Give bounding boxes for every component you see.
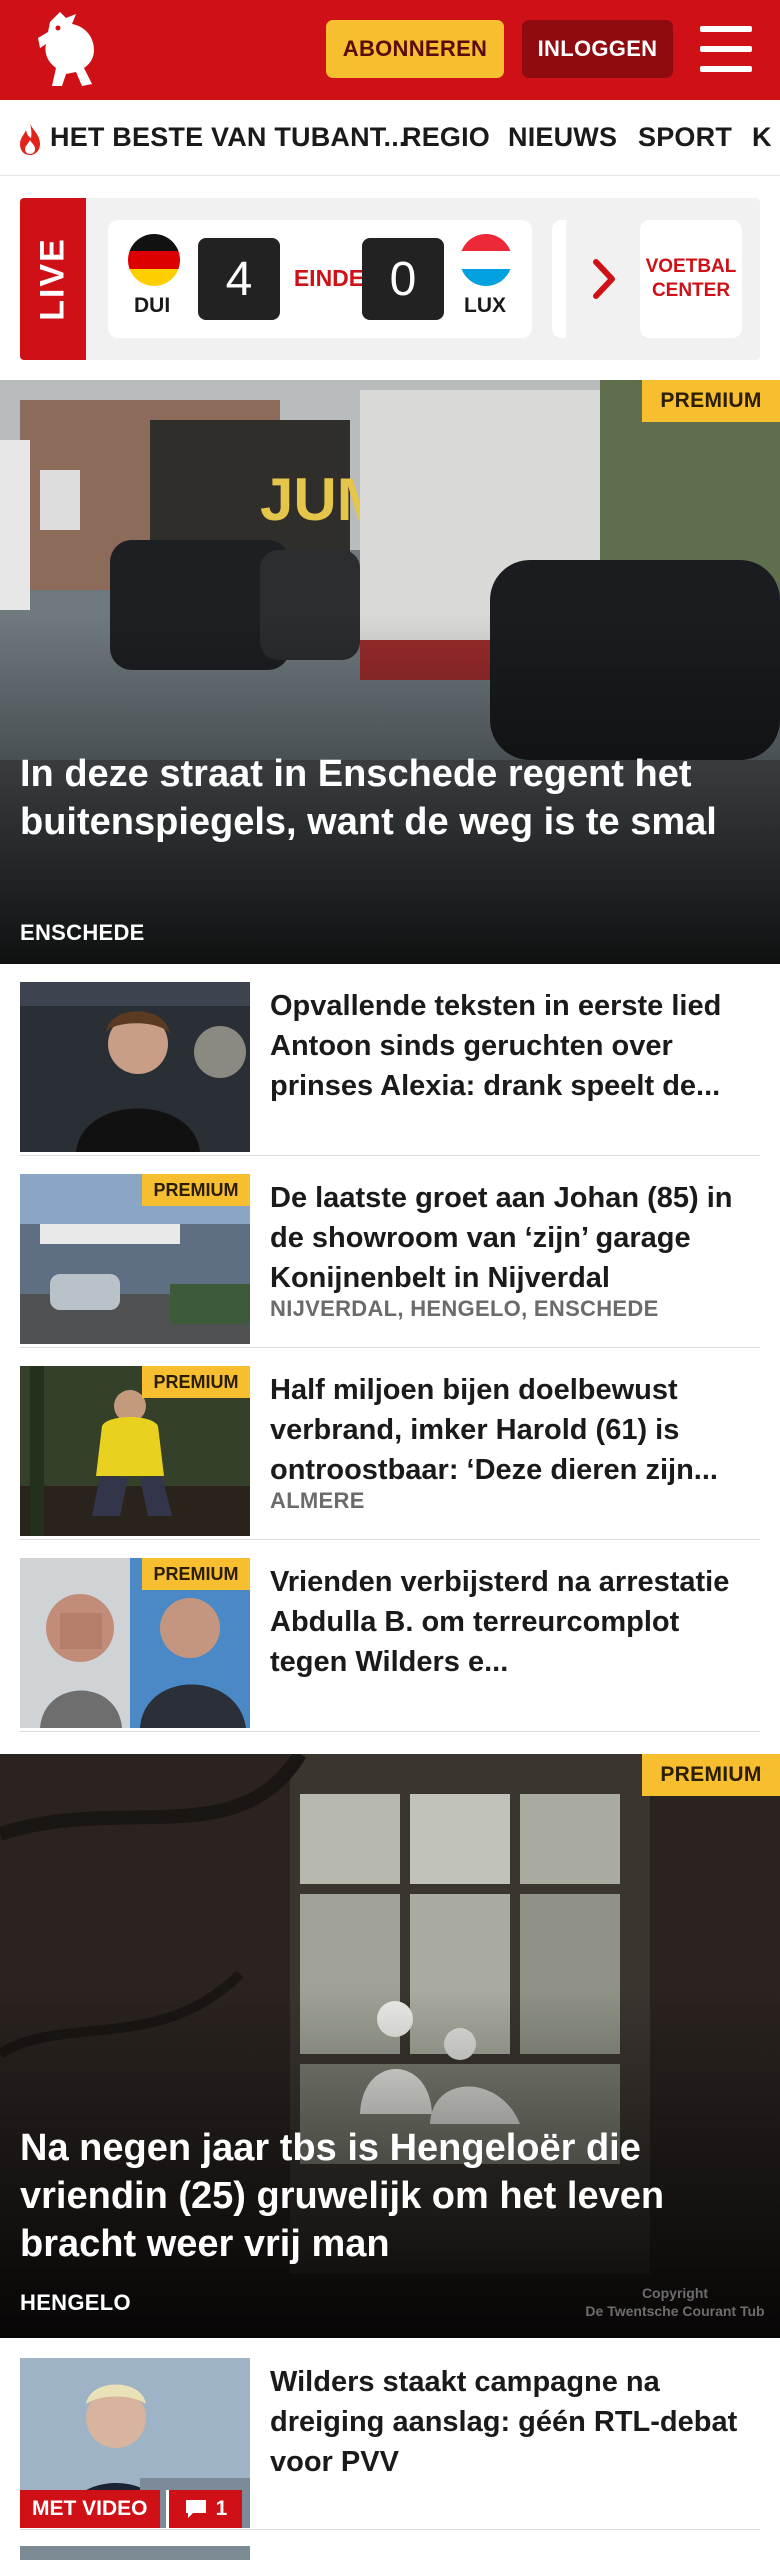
nav-item-sport[interactable]: SPORT (638, 122, 732, 153)
article-title[interactable]: Wilders staakt campagne na dreiging aans… (270, 2362, 760, 2482)
nav-item-best-of[interactable]: HET BESTE VAN TUBANT... (50, 122, 407, 153)
article-thumbnail: MET VIDEO 1 (20, 2358, 250, 2528)
premium-badge: PREMIUM (142, 1174, 250, 1206)
article-location: NIJVERDAL, HENGELO, ENSCHEDE (270, 1296, 659, 1321)
section-nav: HET BESTE VAN TUBANT... REGIO NIEUWS SPO… (0, 100, 780, 176)
menu-icon[interactable] (700, 26, 752, 72)
away-score: 0 (362, 238, 444, 320)
hero-title[interactable]: Na negen jaar tbs is Hengeloër die vrien… (20, 2124, 750, 2268)
photo-credit-line1: Copyright (641, 2285, 709, 2301)
article-title[interactable]: Vrienden verbijsterd na arrestatie Abdul… (270, 1562, 760, 1682)
home-score: 4 (198, 238, 280, 320)
article-title[interactable]: Half miljoen bijen doelbewust verbrand, … (270, 1370, 760, 1490)
luxembourg-flag-icon (460, 234, 512, 286)
live-tag[interactable]: LIVE (20, 198, 86, 360)
away-team: LUX (464, 294, 506, 317)
match-card[interactable]: DUI 4 EINDE 0 LUX (108, 220, 532, 338)
live-scores-strip: LIVE DUI 4 EINDE 0 LUX VOETBAL CENTER (20, 198, 760, 360)
article-thumbnail (20, 982, 250, 1152)
flame-icon (20, 123, 40, 155)
list-item[interactable]: MET VIDEO 1 Wilders staakt campagne na d… (20, 2338, 760, 2530)
photo-credit: Copyright De Twentsche Courant Tub (570, 2284, 780, 2320)
article-title[interactable]: Opvallende teksten in eerste lied Antoon… (270, 986, 760, 1106)
football-center-link[interactable]: VOETBAL CENTER (640, 220, 742, 338)
article-thumbnail: PREMIUM (20, 1174, 250, 1344)
hero-article-hengelo[interactable]: PREMIUM Na negen jaar tbs is Hengeloër d… (0, 1754, 780, 2338)
article-location: ALMERE (270, 1488, 365, 1513)
hero-location: ENSCHEDE (20, 920, 145, 945)
premium-badge: PREMIUM (142, 1366, 250, 1398)
premium-badge: PREMIUM (642, 1754, 780, 1796)
nav-item-more[interactable]: K (752, 122, 772, 153)
article-thumbnail: PREMIUM (20, 1366, 250, 1536)
tubantia-horse-logo[interactable] (36, 8, 106, 90)
list-item[interactable]: PREMIUM De laatste groet aan Johan (85) … (20, 1156, 760, 1348)
live-label: LIVE (33, 237, 72, 321)
hero-article-enschede[interactable]: JUMB PREMIUM In deze straat in Enschede … (0, 380, 780, 964)
top-bar: ABONNEREN INLOGGEN (0, 0, 780, 100)
article-thumbnail-partial (20, 2546, 250, 2560)
premium-badge: PREMIUM (642, 380, 780, 422)
list-item[interactable]: PREMIUM Half miljoen bijen doelbewust ve… (20, 1348, 760, 1540)
article-thumbnail: PREMIUM (20, 1558, 250, 1728)
subscribe-button[interactable]: ABONNEREN (326, 20, 504, 78)
germany-flag-icon (128, 234, 180, 286)
nav-item-regio[interactable]: REGIO (402, 122, 490, 153)
list-item[interactable]: Opvallende teksten in eerste lied Antoon… (20, 964, 760, 1156)
premium-badge: PREMIUM (142, 1558, 250, 1590)
hero-location: HENGELO (20, 2290, 131, 2315)
photo-credit-line2: De Twentsche Courant Tub (585, 2303, 765, 2319)
list-item[interactable]: PREMIUM Vrienden verbijsterd na arrestat… (20, 1540, 760, 1732)
match-status: EINDE (293, 265, 365, 291)
football-center-line1: VOETBAL (645, 256, 737, 277)
football-center-line2: CENTER (651, 280, 731, 301)
nav-item-nieuws[interactable]: NIEUWS (508, 122, 617, 153)
comment-count: 1 (215, 2497, 228, 2520)
video-badge: MET VIDEO (20, 2490, 160, 2528)
comment-icon (185, 2500, 206, 2518)
next-match-card[interactable] (552, 220, 566, 338)
login-button[interactable]: INLOGGEN (522, 20, 673, 78)
article-title[interactable]: De laatste groet aan Johan (85) in de sh… (270, 1178, 760, 1298)
home-team: DUI (134, 294, 171, 317)
hero-title[interactable]: In deze straat in Enschede regent het bu… (20, 750, 750, 846)
comment-count-badge[interactable]: 1 (166, 2490, 242, 2528)
chevron-right-icon[interactable] (590, 256, 620, 302)
